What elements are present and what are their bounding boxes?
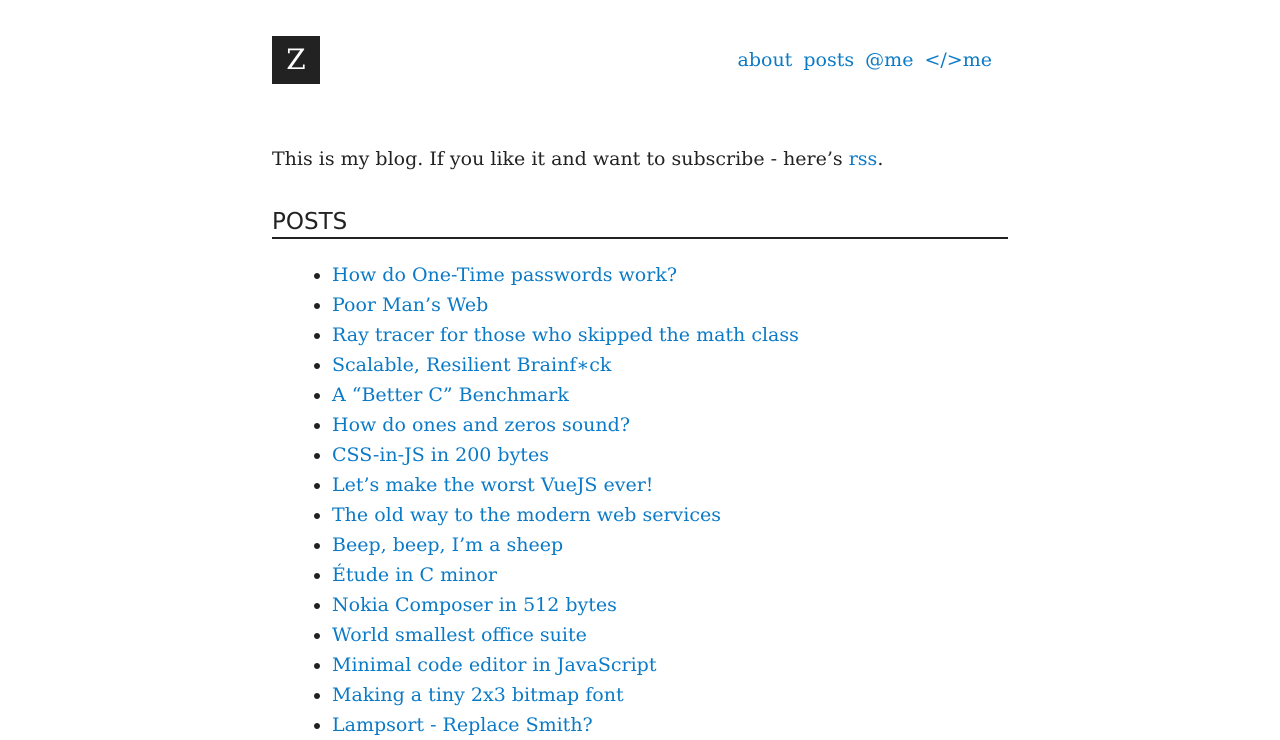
list-item: A “Better C” Benchmark bbox=[332, 380, 799, 410]
page: Z about posts @me </>me This is my blog.… bbox=[272, 0, 1008, 736]
post-link[interactable]: A “Better C” Benchmark bbox=[332, 384, 569, 406]
list-item: The old way to the modern web services bbox=[332, 500, 799, 530]
post-link[interactable]: Poor Man’s Web bbox=[332, 294, 488, 316]
post-link[interactable]: CSS-in-JS in 200 bytes bbox=[332, 444, 549, 466]
post-link[interactable]: Let’s make the worst VueJS ever! bbox=[332, 474, 653, 496]
list-item: CSS-in-JS in 200 bytes bbox=[332, 440, 799, 470]
list-item: Scalable, Resilient Brainf∗ck bbox=[332, 350, 799, 380]
post-link[interactable]: Making a tiny 2x3 bitmap font bbox=[332, 684, 624, 706]
list-item: Poor Man’s Web bbox=[332, 290, 799, 320]
post-link[interactable]: Ray tracer for those who skipped the mat… bbox=[332, 324, 799, 346]
posts-heading: POSTS bbox=[272, 207, 1008, 239]
post-link[interactable]: The old way to the modern web services bbox=[332, 504, 721, 526]
post-link[interactable]: Beep, beep, I’m a sheep bbox=[332, 534, 563, 556]
list-item: How do ones and zeros sound? bbox=[332, 410, 799, 440]
list-item: Minimal code editor in JavaScript bbox=[332, 650, 799, 680]
rss-link[interactable]: rss bbox=[849, 148, 878, 170]
nav-link-posts[interactable]: posts bbox=[803, 49, 854, 71]
post-list: How do One-Time passwords work? Poor Man’… bbox=[272, 260, 799, 740]
site-header: Z about posts @me </>me bbox=[272, 0, 1008, 120]
list-item: How do One-Time passwords work? bbox=[332, 260, 799, 290]
intro-text-before: This is my blog. If you like it and want… bbox=[272, 148, 849, 170]
post-link[interactable]: Étude in C minor bbox=[332, 564, 497, 586]
site-logo[interactable]: Z bbox=[272, 36, 320, 84]
post-link[interactable]: Minimal code editor in JavaScript bbox=[332, 654, 656, 676]
post-link[interactable]: Lampsort - Replace Smith? bbox=[332, 714, 593, 736]
list-item: Nokia Composer in 512 bytes bbox=[332, 590, 799, 620]
list-item: Lampsort - Replace Smith? bbox=[332, 710, 799, 740]
nav-link-about[interactable]: about bbox=[738, 49, 793, 71]
intro-text-after: . bbox=[877, 148, 884, 170]
list-item: Ray tracer for those who skipped the mat… bbox=[332, 320, 799, 350]
post-link[interactable]: Nokia Composer in 512 bytes bbox=[332, 594, 617, 616]
list-item: Beep, beep, I’m a sheep bbox=[332, 530, 799, 560]
post-link[interactable]: How do One-Time passwords work? bbox=[332, 264, 677, 286]
list-item: Making a tiny 2x3 bitmap font bbox=[332, 680, 799, 710]
nav-link-at-me[interactable]: @me bbox=[865, 49, 913, 71]
list-item: Étude in C minor bbox=[332, 560, 799, 590]
post-link[interactable]: World smallest office suite bbox=[332, 624, 587, 646]
nav-link-code-me[interactable]: </>me bbox=[924, 49, 992, 71]
list-item: Let’s make the worst VueJS ever! bbox=[332, 470, 799, 500]
intro-text: This is my blog. If you like it and want… bbox=[272, 145, 883, 173]
main-nav: about posts @me </>me bbox=[733, 47, 992, 73]
post-link[interactable]: How do ones and zeros sound? bbox=[332, 414, 630, 436]
post-link[interactable]: Scalable, Resilient Brainf∗ck bbox=[332, 354, 611, 376]
list-item: World smallest office suite bbox=[332, 620, 799, 650]
